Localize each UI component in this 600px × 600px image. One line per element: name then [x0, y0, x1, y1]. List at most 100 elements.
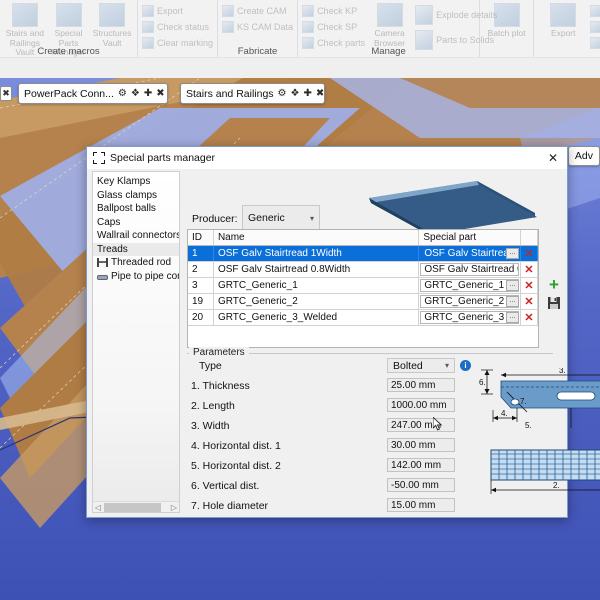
type-select[interactable]: Bolted ▾	[387, 358, 455, 373]
dialog-close-button[interactable]: ✕	[543, 149, 563, 167]
tree-item-key-klamps[interactable]: Key Klamps	[93, 175, 179, 189]
ribbon-button-explode-details[interactable]: Explode details	[415, 3, 497, 27]
cell-special-part[interactable]: OSF Galv Stairtread 0.8Width	[419, 262, 522, 277]
delete-row-icon[interactable]: ✕	[524, 247, 533, 260]
tab-powerpack-conn[interactable]: PowerPack Conn... ⚙ ❖ ✚ ✖	[18, 83, 168, 104]
table-row[interactable]: 2 OSF Galv Stairtread 0.8Width OSF Galv …	[188, 262, 538, 278]
cell-delete[interactable]: ✕	[521, 294, 538, 309]
ribbon-button-batch-plot[interactable]: Batch plot	[484, 2, 529, 39]
param-input-thickness[interactable]: 25.00 mm	[387, 378, 455, 392]
browse-button[interactable]: ...	[506, 248, 520, 259]
delete-row-icon[interactable]: ✕	[524, 279, 533, 292]
tree-item-wallrail-connectors[interactable]: Wallrail connectors	[93, 229, 179, 243]
plan-view-drawing: 3. 2.	[479, 442, 600, 500]
pin-icon[interactable]: ❖	[131, 88, 140, 99]
special-part-input[interactable]: GRTC_Generic_1	[420, 279, 520, 292]
browse-button[interactable]: ...	[506, 296, 520, 307]
table-row[interactable]: 19 GRTC_Generic_2 GRTC_Generic_2 ... ✕	[188, 294, 538, 310]
info-icon[interactable]: i	[460, 360, 471, 371]
special-part-input[interactable]: GRTC_Generic_2	[420, 295, 520, 308]
producer-select[interactable]: Generic ▾	[242, 205, 320, 231]
advanced-button[interactable]: Adv	[567, 146, 600, 166]
category-tree[interactable]: Key Klamps Glass clamps Ballpost balls C…	[92, 171, 180, 513]
ribbon-button-structures-vault[interactable]: Structures Vault	[91, 2, 133, 48]
param-input-width[interactable]: 247.00 mm	[387, 418, 455, 432]
scroll-left-arrow[interactable]: ◁	[93, 503, 103, 512]
table-row[interactable]: 1 OSF Galv Stairtread 1Width OSF Galv St…	[188, 246, 538, 262]
param-label-thickness: 1. Thickness	[191, 380, 250, 392]
gear-icon[interactable]: ⚙	[118, 88, 127, 99]
special-part-input[interactable]: GRTC_Generic_3	[420, 311, 520, 324]
tree-horizontal-scrollbar[interactable]: ◁ ▷	[93, 501, 179, 512]
cell-special-part[interactable]: GRTC_Generic_3 ...	[419, 310, 522, 325]
tree-item-label: Key Klamps	[97, 176, 151, 188]
side-view-geometry: 6. 3. 1.	[479, 366, 600, 430]
ribbon-button-create-cam[interactable]: Create CAM	[222, 3, 293, 18]
table-row[interactable]: 20 GRTC_Generic_3_Welded GRTC_Generic_3 …	[188, 310, 538, 326]
chevron-down-icon: ▾	[444, 361, 449, 370]
tree-item-caps[interactable]: Caps	[93, 216, 179, 230]
delete-row-icon[interactable]: ✕	[524, 263, 533, 276]
close-icon[interactable]: ✖	[316, 88, 324, 99]
cell-name: OSF Galv Stairtread 1Width	[214, 246, 420, 261]
delete-row-icon[interactable]: ✕	[524, 311, 533, 324]
add-row-button[interactable]: +	[543, 275, 565, 295]
ribbon-button-misc-2[interactable]	[590, 19, 600, 34]
pin-icon[interactable]: ❖	[291, 88, 300, 99]
cell-special-part[interactable]: GRTC_Generic_2 ...	[419, 294, 522, 309]
floating-tab-bar: ✖ PowerPack Conn... ⚙ ❖ ✚ ✖ Stairs and R…	[0, 80, 600, 108]
param-input-vertical-dist[interactable]: -50.00 mm	[387, 478, 455, 492]
cell-special-part[interactable]: OSF Galv Stairtread 1Width ...	[419, 246, 522, 261]
cell-special-part[interactable]: GRTC_Generic_1 ...	[419, 278, 522, 293]
delete-row-icon[interactable]: ✕	[524, 295, 533, 308]
save-button[interactable]	[543, 293, 565, 313]
ribbon-button-label: Structures Vault	[92, 28, 132, 48]
scroll-thumb[interactable]	[104, 502, 161, 512]
create-cam-icon	[222, 4, 235, 17]
side-view-drawing: 6. 3. 1.	[479, 366, 600, 430]
check-kp-icon	[302, 4, 315, 17]
tree-item-pipe-to-pipe-connect[interactable]: Pipe to pipe connect	[93, 270, 179, 284]
param-input-horizontal-dist-2[interactable]: 142.00 mm	[387, 458, 455, 472]
cell-delete[interactable]: ✕	[521, 262, 538, 277]
ribbon-button-check-kp[interactable]: Check KP	[302, 3, 364, 18]
cell-delete[interactable]: ✕	[521, 310, 538, 325]
export-icon	[142, 4, 154, 17]
table-row[interactable]: 3 GRTC_Generic_1 GRTC_Generic_1 ... ✕	[188, 278, 538, 294]
ribbon-button-check-sp[interactable]: Check SP	[302, 19, 364, 34]
cell-delete[interactable]: ✕	[521, 278, 538, 293]
ribbon-button-export[interactable]: Export	[142, 3, 213, 18]
scroll-right-arrow[interactable]: ▷	[169, 503, 179, 512]
tree-item-threaded-rod[interactable]: Threaded rod	[93, 256, 179, 270]
move-icon[interactable]: ✚	[303, 88, 311, 99]
move-icon[interactable]: ✚	[144, 88, 152, 99]
column-header-id: ID	[188, 230, 214, 245]
tab-stub[interactable]: ✖	[0, 86, 12, 101]
param-input-horizontal-dist-1[interactable]: 30.00 mm	[387, 438, 455, 452]
ribbon-button-export-2[interactable]: Export	[538, 2, 588, 39]
special-parts-table[interactable]: ID Name Special part 1 OSF Galv Stairtre…	[187, 229, 539, 348]
tab-stairs-and-railings[interactable]: Stairs and Railings ⚙ ❖ ✚ ✖	[180, 83, 325, 104]
special-part-input[interactable]: OSF Galv Stairtread 0.8Width	[420, 263, 520, 276]
param-input-length[interactable]: 1000.00 mm	[387, 398, 455, 412]
dialog-title-bar[interactable]: Special parts manager ✕	[87, 147, 567, 169]
tree-item-glass-clamps[interactable]: Glass clamps	[93, 189, 179, 203]
special-part-input[interactable]: OSF Galv Stairtread 1Width	[420, 247, 520, 260]
cell-delete[interactable]: ✕	[521, 246, 538, 261]
gear-icon[interactable]: ⚙	[278, 88, 287, 99]
browse-button[interactable]: ...	[506, 312, 520, 323]
ribbon-button-misc-1[interactable]	[590, 3, 600, 18]
type-value: Bolted	[393, 359, 423, 372]
ribbon-button-misc-3[interactable]	[590, 35, 600, 50]
ribbon-button-ks-cam-data[interactable]: KS CAM Data	[222, 19, 293, 34]
param-input-hole-diameter[interactable]: 15.00 mm	[387, 498, 455, 512]
ribbon-button-camera-browser[interactable]: Camera Browser	[366, 2, 413, 48]
close-icon[interactable]: ✖	[156, 88, 164, 99]
tree-item-ballpost-balls[interactable]: Ballpost balls	[93, 202, 179, 216]
tree-item-label: Treads	[97, 243, 128, 255]
ribbon-button-clear-marking[interactable]: Clear marking	[142, 35, 213, 50]
ribbon-button-check-status[interactable]: Check status	[142, 19, 213, 34]
browse-button[interactable]: ...	[506, 280, 520, 291]
ribbon-panel-row: Stairs and Railings Vault Special Parts …	[0, 0, 600, 57]
tree-item-treads[interactable]: Treads	[93, 242, 179, 256]
